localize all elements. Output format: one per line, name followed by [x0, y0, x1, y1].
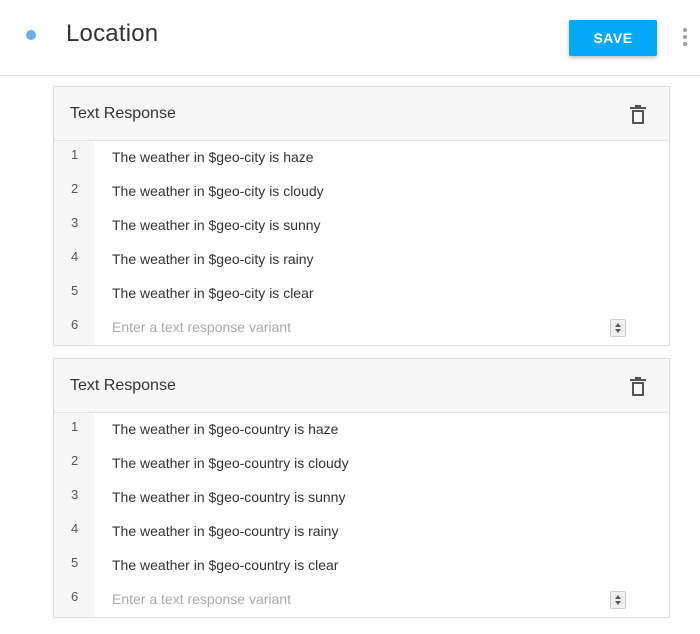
- row-number: 1: [71, 147, 79, 162]
- response-row[interactable]: 3 The weather in $geo-city is sunny: [54, 209, 669, 243]
- card-title: Text Response: [70, 377, 176, 394]
- response-text[interactable]: The weather in $geo-country is haze: [112, 421, 338, 437]
- card-title: Text Response: [70, 105, 176, 122]
- response-list: 1 The weather in $geo-country is haze 2 …: [54, 413, 669, 617]
- page-title: Location: [66, 20, 159, 47]
- stepper-icon[interactable]: [610, 591, 626, 609]
- trash-icon[interactable]: [629, 105, 647, 125]
- row-number: 4: [71, 249, 79, 264]
- row-number: 2: [71, 181, 79, 196]
- row-number: 2: [71, 453, 79, 468]
- trash-icon[interactable]: [629, 377, 647, 397]
- response-list: 1 The weather in $geo-city is haze 2 The…: [54, 141, 669, 345]
- response-row[interactable]: 3 The weather in $geo-country is sunny: [54, 481, 669, 515]
- text-response-input[interactable]: [110, 313, 630, 341]
- card-header: Text Response: [54, 359, 669, 413]
- save-button[interactable]: SAVE: [569, 20, 657, 56]
- text-response-card: Text Response 1 The weather in $geo-city…: [53, 86, 670, 346]
- response-text[interactable]: The weather in $geo-city is sunny: [112, 217, 321, 233]
- response-text[interactable]: The weather in $geo-city is cloudy: [112, 183, 324, 199]
- new-response-row: 6: [54, 583, 669, 617]
- response-row[interactable]: 5 The weather in $geo-city is clear: [54, 277, 669, 311]
- response-row[interactable]: 2 The weather in $geo-country is cloudy: [54, 447, 669, 481]
- response-text[interactable]: The weather in $geo-city is haze: [112, 149, 314, 165]
- page-header: Location SAVE: [0, 0, 700, 76]
- response-row[interactable]: 1 The weather in $geo-country is haze: [54, 413, 669, 447]
- response-text[interactable]: The weather in $geo-country is sunny: [112, 489, 345, 505]
- text-response-card: Text Response 1 The weather in $geo-coun…: [53, 358, 670, 618]
- row-number: 5: [71, 283, 79, 298]
- response-row[interactable]: 2 The weather in $geo-city is cloudy: [54, 175, 669, 209]
- response-text[interactable]: The weather in $geo-city is rainy: [112, 251, 314, 267]
- row-number: 5: [71, 555, 79, 570]
- text-response-input[interactable]: [110, 585, 630, 613]
- row-number: 4: [71, 521, 79, 536]
- response-text[interactable]: The weather in $geo-country is rainy: [112, 523, 338, 539]
- stepper-icon[interactable]: [610, 319, 626, 337]
- row-number: 1: [71, 419, 79, 434]
- card-header: Text Response: [54, 87, 669, 141]
- response-row[interactable]: 4 The weather in $geo-country is rainy: [54, 515, 669, 549]
- row-number: 3: [71, 215, 79, 230]
- response-text[interactable]: The weather in $geo-city is clear: [112, 285, 314, 301]
- row-number: 6: [71, 317, 79, 332]
- response-row[interactable]: 1 The weather in $geo-city is haze: [54, 141, 669, 175]
- response-row[interactable]: 4 The weather in $geo-city is rainy: [54, 243, 669, 277]
- row-number: 6: [71, 589, 79, 604]
- status-dot: [26, 30, 36, 40]
- response-text[interactable]: The weather in $geo-country is cloudy: [112, 455, 349, 471]
- response-row[interactable]: 5 The weather in $geo-country is clear: [54, 549, 669, 583]
- response-text[interactable]: The weather in $geo-country is clear: [112, 557, 338, 573]
- more-options-icon[interactable]: [678, 26, 692, 48]
- new-response-row: 6: [54, 311, 669, 345]
- row-number: 3: [71, 487, 79, 502]
